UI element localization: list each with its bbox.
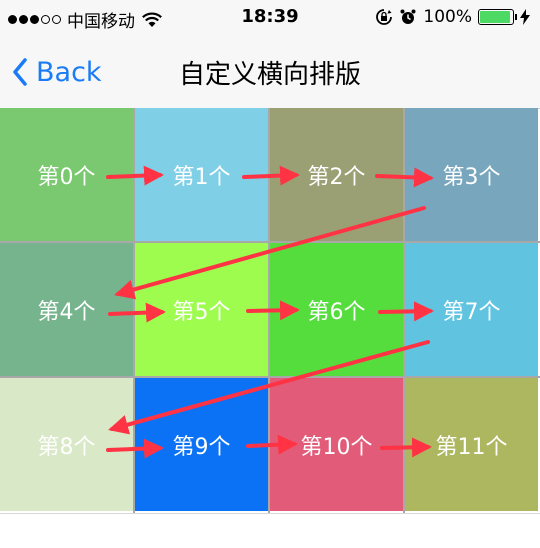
grid-cell-8[interactable]: 第8个 [0,378,133,511]
status-bar: 中国移动 18:39 100% [0,0,540,36]
grid-divider [268,108,270,513]
cell-label: 第8个 [37,434,96,460]
grid-cell-5[interactable]: 第5个 [135,243,268,376]
charging-bolt-icon [520,9,530,25]
grid-cell-11[interactable]: 第11个 [405,378,538,511]
grid-cell-1[interactable]: 第1个 [135,108,268,241]
grid-cell-6[interactable]: 第6个 [270,243,403,376]
cell-label: 第4个 [37,299,96,325]
grid-cell-9[interactable]: 第9个 [135,378,268,511]
navigation-bar: Back 自定义横向排版 [0,36,540,109]
battery-level [480,11,510,23]
cell-label: 第9个 [172,434,231,460]
battery-percent: 100% [423,7,472,27]
battery-icon [478,9,517,25]
cell-label: 第11个 [435,434,508,460]
grid-cell-0[interactable]: 第0个 [0,108,133,241]
grid-divider [0,376,540,378]
grid-cell-3[interactable]: 第3个 [405,108,538,241]
cell-label: 第0个 [37,164,96,190]
grid-cell-10[interactable]: 第10个 [270,378,403,511]
grid-cell-7[interactable]: 第7个 [405,243,538,376]
collection-grid: 第0个 第1个 第2个 第3个 第4个 第5个 第6个 第7个 第8个 第9个 … [0,108,540,513]
page-title: 自定义横向排版 [178,60,361,90]
alarm-icon [400,9,416,24]
grid-divider [133,108,135,513]
cell-label: 第7个 [442,299,501,325]
grid-cell-2[interactable]: 第2个 [270,108,403,241]
cell-label: 第1个 [172,164,231,190]
cell-label: 第6个 [307,299,366,325]
empty-content-area [0,513,540,548]
grid-divider [403,108,405,513]
cell-label: 第10个 [300,434,373,460]
status-right: 100% [375,7,530,27]
cell-label: 第3个 [442,164,501,190]
grid-divider [0,241,540,243]
cell-label: 第5个 [172,299,231,325]
grid-cell-4[interactable]: 第4个 [0,243,133,376]
rotation-lock-icon [376,9,393,25]
battery-tip [515,14,517,20]
cell-label: 第2个 [307,164,366,190]
